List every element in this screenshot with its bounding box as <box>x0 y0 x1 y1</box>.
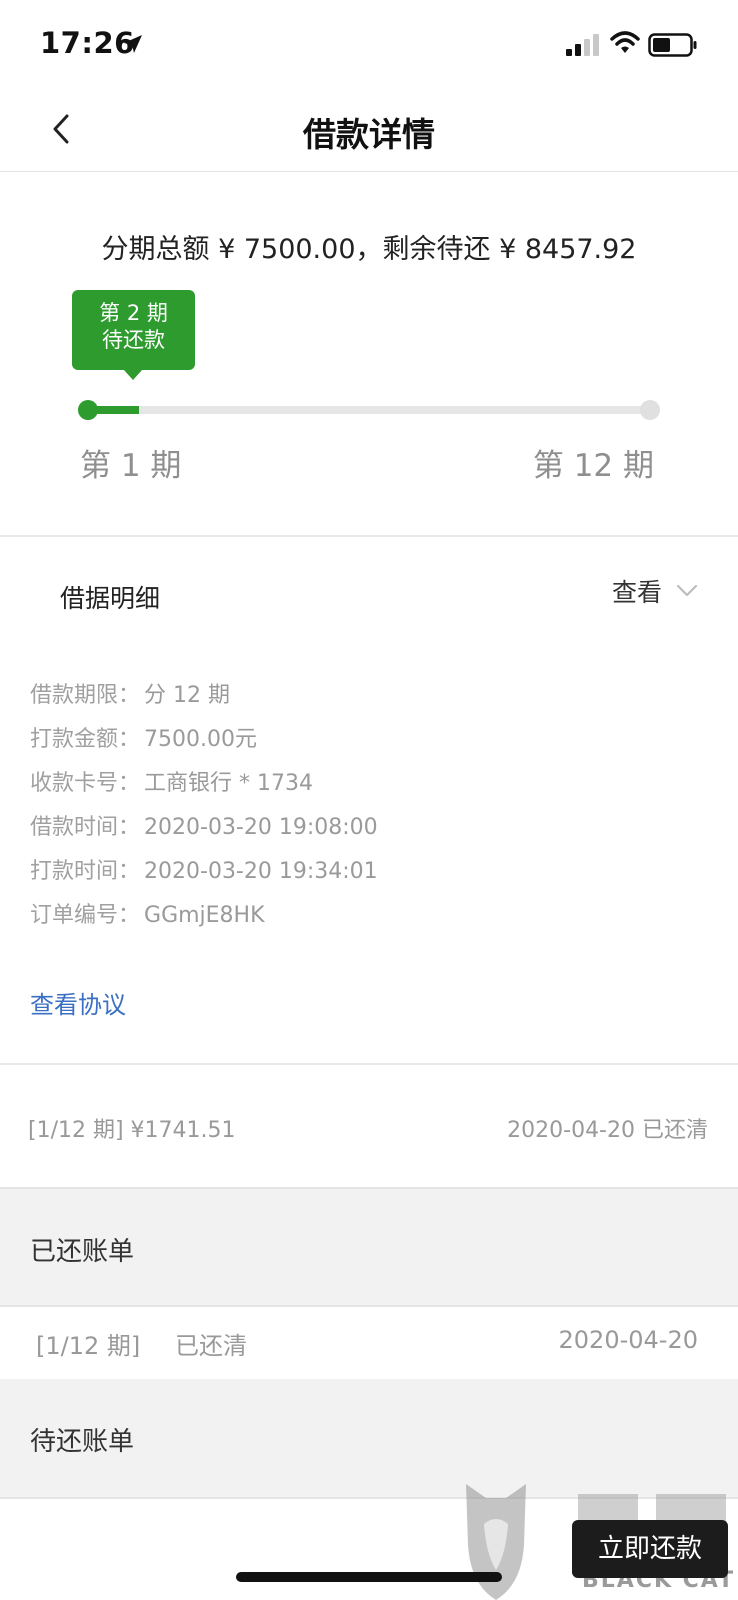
pending-bills-header: 待还账单 <box>0 1379 738 1499</box>
loan-details-header: 借据明细 查看 <box>0 539 738 649</box>
paid-bills-header: 已还账单 <box>0 1189 738 1307</box>
paid-bills-title: 已还账单 <box>30 1237 135 1267</box>
info-key: 打款时间： <box>30 859 141 884</box>
progress-end-dot <box>640 400 660 420</box>
installment-status: 2020-04-20 已还清 <box>507 1118 708 1143</box>
home-indicator <box>236 1572 502 1582</box>
loan-details: 借据明细 查看 借款期限：分 12 期 打款金额： 7500.00元 收款卡号：工… <box>0 539 738 1065</box>
page-title: 借款详情 <box>303 115 435 154</box>
tooltip-arrow <box>124 370 142 380</box>
info-value: 7500.00元 <box>144 727 257 752</box>
paid-bill-date: 2020-04-20 <box>558 1326 698 1354</box>
info-key: 收款卡号： <box>30 771 141 796</box>
progress-track <box>88 406 650 414</box>
paid-bill-row[interactable]: [1/12 期] 已还清 2020-04-20 <box>0 1307 738 1379</box>
progress-start-dot <box>78 400 98 420</box>
current-period-tooltip: 第 2 期 待还款 <box>72 290 195 370</box>
info-key: 借款时间： <box>30 815 141 840</box>
repayment-progress: 分期总额 ¥ 7500.00，剩余待还 ¥ 8457.92 第 2 期 待还款 … <box>0 172 738 537</box>
tooltip-status: 待还款 <box>102 328 165 352</box>
paid-bill-period: [1/12 期] <box>36 1332 141 1360</box>
info-row-payout-time: 打款时间： 2020-03-20 19:34:01 <box>30 850 378 894</box>
cellular-signal-icon <box>566 34 599 56</box>
paid-bill-status: 已还清 <box>175 1332 247 1360</box>
view-details-label: 查看 <box>611 578 662 607</box>
info-key: 订单编号： <box>30 903 141 928</box>
info-key: 借款期限： <box>30 683 141 708</box>
info-row-term: 借款期限：分 12 期 <box>30 674 378 718</box>
status-time: 17:26 <box>40 26 135 60</box>
info-key: 打款金额： <box>30 727 141 752</box>
nav-bar: 借款详情 <box>0 90 738 172</box>
info-value: 2020-03-20 19:34:01 <box>144 859 378 884</box>
tooltip-period: 第 2 期 <box>99 301 168 325</box>
view-agreement-link[interactable]: 查看协议 <box>30 985 126 1020</box>
pending-bills-title: 待还账单 <box>30 1427 135 1457</box>
view-details-toggle[interactable]: 查看 <box>612 573 698 609</box>
info-row-loan-time: 借款时间： 2020-03-20 19:08:00 <box>30 806 378 850</box>
info-value: 2020-03-20 19:08:00 <box>144 815 378 840</box>
chevron-down-icon <box>676 584 698 597</box>
info-row-amount: 打款金额： 7500.00元 <box>30 718 378 762</box>
location-arrow-icon <box>124 35 142 53</box>
installment-summary: 分期总额 ¥ 7500.00，剩余待还 ¥ 8457.92 <box>101 234 637 265</box>
wifi-icon <box>610 31 640 53</box>
info-value: 分 12 期 <box>144 683 230 708</box>
info-value: GGmjE8HK <box>144 903 265 928</box>
installment-row[interactable]: [1/12 期] ¥1741.51 2020-04-20 已还清 <box>0 1067 738 1189</box>
loan-info-list: 借款期限：分 12 期 打款金额： 7500.00元 收款卡号： 工商银行 * 17… <box>30 674 378 938</box>
status-bar: 17:26 <box>0 0 738 90</box>
info-row-order-id: 订单编号： GGmjE8HK <box>30 894 378 938</box>
repay-now-button[interactable]: 立即还款 <box>572 1520 728 1578</box>
info-row-card: 收款卡号： 工商银行 * 1734 <box>30 762 378 806</box>
loan-details-title: 借据明细 <box>60 584 161 613</box>
info-value: 工商银行 * 1734 <box>144 771 313 796</box>
progress-start-label: 第 1 期 <box>80 448 182 484</box>
battery-icon <box>648 33 697 57</box>
progress-end-label: 第 12 期 <box>532 448 654 484</box>
installment-amount: [1/12 期] ¥1741.51 <box>28 1118 236 1143</box>
